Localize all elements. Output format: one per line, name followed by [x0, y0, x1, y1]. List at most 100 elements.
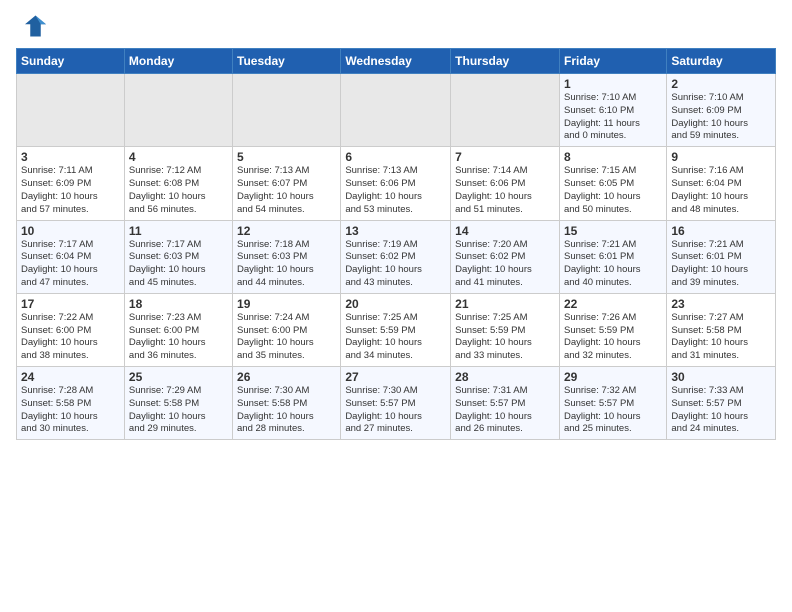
calendar-cell: 18Sunrise: 7:23 AMSunset: 6:00 PMDayligh…: [124, 293, 232, 366]
day-info: Sunrise: 7:10 AMSunset: 6:09 PMDaylight:…: [671, 92, 771, 143]
calendar-dow-friday: Friday: [559, 49, 666, 74]
day-number: 14: [455, 224, 555, 238]
day-number: 7: [455, 150, 555, 164]
calendar-dow-tuesday: Tuesday: [233, 49, 341, 74]
day-info: Sunrise: 7:11 AMSunset: 6:09 PMDaylight:…: [21, 165, 120, 216]
day-number: 15: [564, 224, 662, 238]
day-number: 13: [345, 224, 446, 238]
day-info: Sunrise: 7:25 AMSunset: 5:59 PMDaylight:…: [455, 312, 555, 363]
day-number: 23: [671, 297, 771, 311]
day-info: Sunrise: 7:32 AMSunset: 5:57 PMDaylight:…: [564, 385, 662, 436]
calendar-wrapper: SundayMondayTuesdayWednesdayThursdayFrid…: [0, 48, 792, 448]
day-info: Sunrise: 7:10 AMSunset: 6:10 PMDaylight:…: [564, 92, 662, 143]
day-number: 17: [21, 297, 120, 311]
day-number: 21: [455, 297, 555, 311]
calendar-cell: 4Sunrise: 7:12 AMSunset: 6:08 PMDaylight…: [124, 147, 232, 220]
calendar-header-row: SundayMondayTuesdayWednesdayThursdayFrid…: [17, 49, 776, 74]
calendar-cell: 20Sunrise: 7:25 AMSunset: 5:59 PMDayligh…: [341, 293, 451, 366]
calendar-table: SundayMondayTuesdayWednesdayThursdayFrid…: [16, 48, 776, 440]
calendar-cell: 6Sunrise: 7:13 AMSunset: 6:06 PMDaylight…: [341, 147, 451, 220]
day-number: 20: [345, 297, 446, 311]
day-info: Sunrise: 7:16 AMSunset: 6:04 PMDaylight:…: [671, 165, 771, 216]
calendar-week-4: 17Sunrise: 7:22 AMSunset: 6:00 PMDayligh…: [17, 293, 776, 366]
calendar-cell: 14Sunrise: 7:20 AMSunset: 6:02 PMDayligh…: [451, 220, 560, 293]
calendar-dow-saturday: Saturday: [667, 49, 776, 74]
day-info: Sunrise: 7:19 AMSunset: 6:02 PMDaylight:…: [345, 239, 446, 290]
calendar-cell: 27Sunrise: 7:30 AMSunset: 5:57 PMDayligh…: [341, 367, 451, 440]
day-number: 18: [129, 297, 228, 311]
day-info: Sunrise: 7:17 AMSunset: 6:03 PMDaylight:…: [129, 239, 228, 290]
day-info: Sunrise: 7:13 AMSunset: 6:06 PMDaylight:…: [345, 165, 446, 216]
day-number: 1: [564, 77, 662, 91]
calendar-week-3: 10Sunrise: 7:17 AMSunset: 6:04 PMDayligh…: [17, 220, 776, 293]
calendar-cell: 21Sunrise: 7:25 AMSunset: 5:59 PMDayligh…: [451, 293, 560, 366]
calendar-dow-sunday: Sunday: [17, 49, 125, 74]
calendar-dow-wednesday: Wednesday: [341, 49, 451, 74]
day-number: 29: [564, 370, 662, 384]
day-info: Sunrise: 7:14 AMSunset: 6:06 PMDaylight:…: [455, 165, 555, 216]
day-number: 5: [237, 150, 336, 164]
calendar-cell: 30Sunrise: 7:33 AMSunset: 5:57 PMDayligh…: [667, 367, 776, 440]
day-number: 28: [455, 370, 555, 384]
day-info: Sunrise: 7:28 AMSunset: 5:58 PMDaylight:…: [21, 385, 120, 436]
logo: [18, 12, 50, 40]
page-wrapper: SundayMondayTuesdayWednesdayThursdayFrid…: [0, 0, 792, 448]
day-number: 19: [237, 297, 336, 311]
day-info: Sunrise: 7:23 AMSunset: 6:00 PMDaylight:…: [129, 312, 228, 363]
calendar-cell: 26Sunrise: 7:30 AMSunset: 5:58 PMDayligh…: [233, 367, 341, 440]
calendar-cell: 2Sunrise: 7:10 AMSunset: 6:09 PMDaylight…: [667, 74, 776, 147]
day-info: Sunrise: 7:33 AMSunset: 5:57 PMDaylight:…: [671, 385, 771, 436]
day-info: Sunrise: 7:22 AMSunset: 6:00 PMDaylight:…: [21, 312, 120, 363]
day-info: Sunrise: 7:25 AMSunset: 5:59 PMDaylight:…: [345, 312, 446, 363]
day-info: Sunrise: 7:17 AMSunset: 6:04 PMDaylight:…: [21, 239, 120, 290]
calendar-cell: 13Sunrise: 7:19 AMSunset: 6:02 PMDayligh…: [341, 220, 451, 293]
calendar-cell: [451, 74, 560, 147]
calendar-week-1: 1Sunrise: 7:10 AMSunset: 6:10 PMDaylight…: [17, 74, 776, 147]
calendar-cell: 5Sunrise: 7:13 AMSunset: 6:07 PMDaylight…: [233, 147, 341, 220]
day-info: Sunrise: 7:30 AMSunset: 5:57 PMDaylight:…: [345, 385, 446, 436]
day-number: 2: [671, 77, 771, 91]
calendar-cell: 28Sunrise: 7:31 AMSunset: 5:57 PMDayligh…: [451, 367, 560, 440]
calendar-cell: 15Sunrise: 7:21 AMSunset: 6:01 PMDayligh…: [559, 220, 666, 293]
day-info: Sunrise: 7:29 AMSunset: 5:58 PMDaylight:…: [129, 385, 228, 436]
calendar-cell: [341, 74, 451, 147]
calendar-cell: 24Sunrise: 7:28 AMSunset: 5:58 PMDayligh…: [17, 367, 125, 440]
calendar-cell: 1Sunrise: 7:10 AMSunset: 6:10 PMDaylight…: [559, 74, 666, 147]
calendar-cell: 19Sunrise: 7:24 AMSunset: 6:00 PMDayligh…: [233, 293, 341, 366]
calendar-cell: 12Sunrise: 7:18 AMSunset: 6:03 PMDayligh…: [233, 220, 341, 293]
day-info: Sunrise: 7:21 AMSunset: 6:01 PMDaylight:…: [564, 239, 662, 290]
day-number: 9: [671, 150, 771, 164]
day-info: Sunrise: 7:13 AMSunset: 6:07 PMDaylight:…: [237, 165, 336, 216]
day-number: 30: [671, 370, 771, 384]
page-header: [0, 0, 792, 48]
day-info: Sunrise: 7:15 AMSunset: 6:05 PMDaylight:…: [564, 165, 662, 216]
day-info: Sunrise: 7:18 AMSunset: 6:03 PMDaylight:…: [237, 239, 336, 290]
day-number: 11: [129, 224, 228, 238]
day-info: Sunrise: 7:21 AMSunset: 6:01 PMDaylight:…: [671, 239, 771, 290]
day-info: Sunrise: 7:26 AMSunset: 5:59 PMDaylight:…: [564, 312, 662, 363]
calendar-cell: [233, 74, 341, 147]
day-number: 6: [345, 150, 446, 164]
day-number: 25: [129, 370, 228, 384]
calendar-cell: 8Sunrise: 7:15 AMSunset: 6:05 PMDaylight…: [559, 147, 666, 220]
calendar-cell: 22Sunrise: 7:26 AMSunset: 5:59 PMDayligh…: [559, 293, 666, 366]
day-info: Sunrise: 7:30 AMSunset: 5:58 PMDaylight:…: [237, 385, 336, 436]
calendar-cell: [124, 74, 232, 147]
day-info: Sunrise: 7:12 AMSunset: 6:08 PMDaylight:…: [129, 165, 228, 216]
logo-icon: [18, 12, 46, 40]
day-info: Sunrise: 7:31 AMSunset: 5:57 PMDaylight:…: [455, 385, 555, 436]
day-number: 10: [21, 224, 120, 238]
day-number: 24: [21, 370, 120, 384]
day-info: Sunrise: 7:24 AMSunset: 6:00 PMDaylight:…: [237, 312, 336, 363]
day-number: 8: [564, 150, 662, 164]
day-number: 4: [129, 150, 228, 164]
calendar-cell: 23Sunrise: 7:27 AMSunset: 5:58 PMDayligh…: [667, 293, 776, 366]
calendar-cell: 11Sunrise: 7:17 AMSunset: 6:03 PMDayligh…: [124, 220, 232, 293]
day-info: Sunrise: 7:20 AMSunset: 6:02 PMDaylight:…: [455, 239, 555, 290]
calendar-cell: 7Sunrise: 7:14 AMSunset: 6:06 PMDaylight…: [451, 147, 560, 220]
calendar-cell: 16Sunrise: 7:21 AMSunset: 6:01 PMDayligh…: [667, 220, 776, 293]
calendar-dow-monday: Monday: [124, 49, 232, 74]
calendar-cell: [17, 74, 125, 147]
day-number: 26: [237, 370, 336, 384]
calendar-cell: 29Sunrise: 7:32 AMSunset: 5:57 PMDayligh…: [559, 367, 666, 440]
